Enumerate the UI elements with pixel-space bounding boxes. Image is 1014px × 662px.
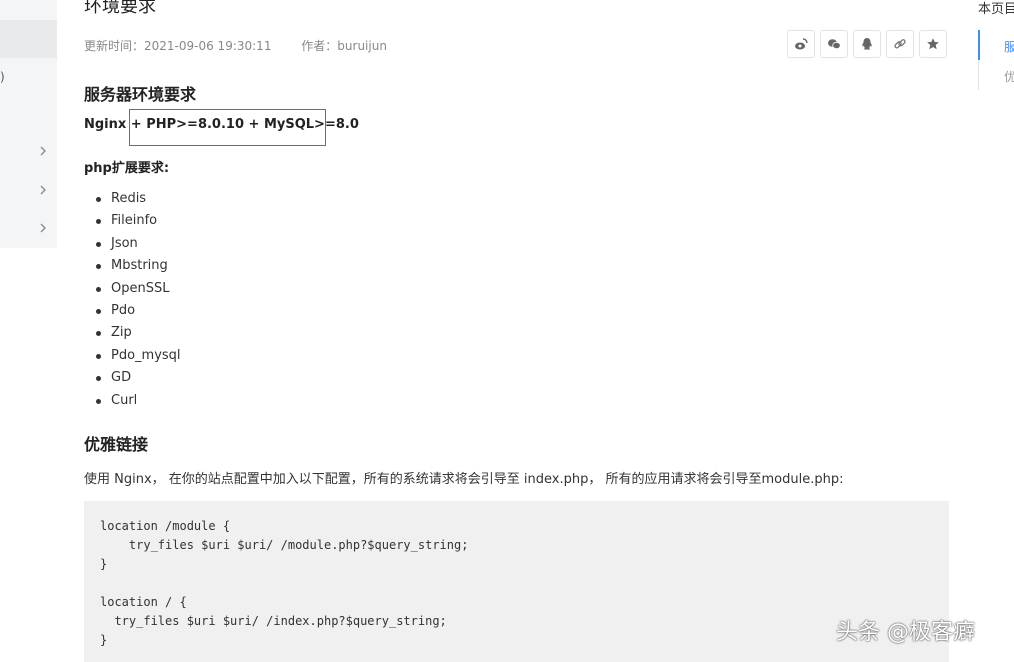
list-item: Pdo: [84, 300, 181, 322]
sidebar-item-fragment: ): [0, 70, 5, 84]
link-icon: [894, 39, 906, 49]
qq-share-button[interactable]: [853, 30, 881, 58]
wechat-icon: [828, 39, 841, 50]
toc-item-server[interactable]: 服: [1004, 38, 1014, 55]
annotation-highlight-box: [129, 109, 326, 146]
toc-active-indicator: [978, 30, 980, 60]
copy-link-button[interactable]: [886, 30, 914, 58]
code-line: }: [100, 633, 108, 647]
weibo-share-button[interactable]: [787, 30, 815, 58]
code-line: location / {: [100, 595, 187, 609]
qq-icon: [862, 38, 872, 50]
sidebar-active-item[interactable]: [0, 20, 57, 58]
php-extensions-heading: php扩展要求:: [84, 161, 170, 176]
page-title: 环境要求: [84, 0, 156, 17]
code-line: location /module {: [100, 519, 231, 533]
article-meta: 更新时间：2021-09-06 19:30:11 作者：buruijun: [84, 37, 387, 54]
left-sidebar: ): [0, 0, 57, 248]
toc-title: 本页目: [978, 2, 1014, 17]
watermark: 头条 @极客癖: [836, 620, 975, 645]
toc-item-pretty-urls[interactable]: 优: [1004, 68, 1014, 85]
list-item: Pdo_mysql: [84, 345, 181, 367]
share-toolbar: [787, 30, 947, 58]
favorite-button[interactable]: [919, 30, 947, 58]
wechat-share-button[interactable]: [820, 30, 848, 58]
updated-time: 更新时间：2021-09-06 19:30:11: [84, 39, 272, 53]
chevron-right-icon[interactable]: [37, 222, 49, 234]
code-line: try_files $uri $uri/ /index.php?$query_s…: [100, 614, 447, 628]
php-extensions-list: Redis Fileinfo Json Mbstring OpenSSL Pdo…: [84, 188, 181, 412]
section-heading-pretty-urls: 优雅链接: [84, 435, 149, 454]
chevron-right-icon[interactable]: [37, 145, 49, 157]
star-icon: [927, 38, 939, 50]
code-line: try_files $uri $uri/ /module.php?$query_…: [100, 538, 469, 552]
list-item: Redis: [84, 188, 181, 210]
list-item: Zip: [84, 322, 181, 344]
list-item: Curl: [84, 390, 181, 412]
list-item: OpenSSL: [84, 278, 181, 300]
chevron-right-icon[interactable]: [37, 184, 49, 196]
section-heading-server: 服务器环境要求: [84, 85, 197, 104]
table-of-contents: 本页目 服 优: [978, 0, 1014, 92]
author: 作者：buruijun: [301, 39, 387, 53]
list-item: Json: [84, 233, 181, 255]
code-line: }: [100, 557, 108, 571]
list-item: Fileinfo: [84, 210, 181, 232]
code-block: location /module { try_files $uri $uri/ …: [84, 501, 949, 662]
list-item: Mbstring: [84, 255, 181, 277]
list-item: GD: [84, 367, 181, 389]
nginx-config-description: 使用 Nginx， 在你的站点配置中加入以下配置，所有的系统请求将会引导至 in…: [84, 472, 844, 487]
weibo-icon: [795, 38, 808, 50]
